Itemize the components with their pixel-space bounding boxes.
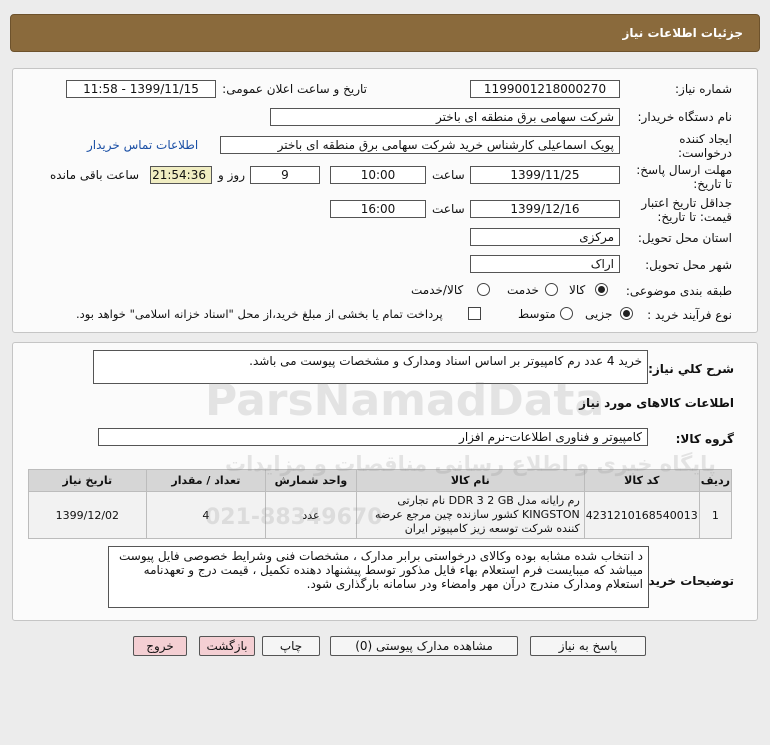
col-qty-header: تعداد / مقدار <box>145 469 267 492</box>
category-goods-label: کالا <box>569 283 586 297</box>
col-name-header: نام کالا <box>355 469 585 492</box>
goods-group-field: کامپیوتر و فناوری اطلاعات-نرم افزار <box>98 428 648 446</box>
process-medium-label: متوسط <box>518 307 556 321</box>
treasury-payment-note: پرداخت تمام یا بخشی از مبلغ خرید،از محل … <box>76 307 443 321</box>
category-both-label: کالا/خدمت <box>411 283 464 297</box>
province-label: استان محل تحویل: <box>637 231 732 245</box>
reply-button[interactable]: پاسخ به نیاز <box>530 636 646 656</box>
city-field: اراک <box>470 255 620 273</box>
remaining-time-field: 21:54:36 <box>150 166 212 184</box>
province-field: مرکزی <box>470 228 620 246</box>
page-title: جزئیات اطلاعات نیاز <box>622 26 743 40</box>
announce-label: تاریخ و ساعت اعلان عمومی: <box>222 82 367 96</box>
table-row: 1 4231210168540013 رم رایانه مدل DDR 3 2… <box>28 491 733 539</box>
category-service-radio[interactable] <box>545 283 558 296</box>
days-label: روز و <box>218 168 245 182</box>
goods-group-label: گروه کالا: <box>675 432 734 446</box>
validity-label: جداقل تاریخ اعتبار قیمت: تا تاریخ: <box>641 196 732 224</box>
remaining-label: ساعت باقی مانده <box>50 168 140 182</box>
deadline-time-label: ساعت <box>432 168 465 182</box>
process-minor-radio[interactable] <box>620 307 633 320</box>
validity-time-field: 16:00 <box>330 200 426 218</box>
need-number-label: شماره نیاز: <box>675 82 732 96</box>
back-button[interactable]: بازگشت <box>199 636 255 656</box>
goods-section-title: اطلاعات کالاهای مورد نیاز <box>579 396 734 410</box>
deadline-date-field: 1399/11/25 <box>470 166 620 184</box>
row-index: 1 <box>698 491 733 539</box>
deadline-label: مهلت ارسال پاسخ: تا تاریخ: <box>636 163 732 191</box>
row-date: 1399/12/02 <box>28 491 147 539</box>
row-unit: عدد <box>265 491 357 539</box>
validity-time-label: ساعت <box>432 202 465 216</box>
goods-table: ردیف کد کالا نام کالا واحد شمارش تعداد /… <box>28 469 733 539</box>
deadline-time-field: 10:00 <box>330 166 426 184</box>
requester-label: ایجاد کننده درخواست: <box>678 132 732 160</box>
summary-field: خرید 4 عدد رم کامپیوتر بر اساس اسناد ومد… <box>93 350 648 384</box>
validity-date-field: 1399/12/16 <box>470 200 620 218</box>
col-code-header: کد کالا <box>583 469 700 492</box>
need-number-field: 1199001218000270 <box>470 80 620 98</box>
row-qty: 4 <box>145 491 267 539</box>
process-label: نوع فرآیند خرید : <box>647 308 732 322</box>
page-header: جزئیات اطلاعات نیاز <box>10 14 760 52</box>
buyer-org-field: شرکت سهامی برق منطقه ای باختر <box>270 108 620 126</box>
contact-info-link[interactable]: اطلاعات تماس خریدار <box>87 138 198 152</box>
process-medium-radio[interactable] <box>560 307 573 320</box>
view-attachments-button[interactable]: مشاهده مدارک پیوستی (0) <box>330 636 518 656</box>
col-index-header: ردیف <box>698 469 733 492</box>
process-minor-label: جزیی <box>585 307 613 321</box>
treasury-payment-checkbox[interactable] <box>468 307 481 320</box>
category-service-label: خدمت <box>507 283 539 297</box>
announce-field: 1399/11/15 - 11:58 <box>66 80 216 98</box>
print-button[interactable]: چاپ <box>262 636 320 656</box>
category-both-radio[interactable] <box>477 283 490 296</box>
category-label: طبقه بندی موضوعی: <box>625 284 732 298</box>
col-unit-header: واحد شمارش <box>265 469 357 492</box>
row-code: 4231210168540013 <box>583 491 700 539</box>
city-label: شهر محل تحویل: <box>645 258 732 272</box>
days-field: 9 <box>250 166 320 184</box>
requester-field: پویک اسماعیلی کارشناس خرید شرکت سهامی بر… <box>220 136 620 154</box>
summary-label: شرح کلي نياز: <box>648 362 734 376</box>
row-name: رم رایانه مدل DDR 3 2 GB نام تجارتی KING… <box>355 491 585 539</box>
buyer-notes-field: د انتخاب شده مشابه بوده وکالای درخواستی … <box>108 546 649 608</box>
buyer-org-label: نام دستگاه خریدار: <box>637 110 733 124</box>
category-goods-radio[interactable] <box>595 283 608 296</box>
col-date-header: تاریخ نیاز <box>28 469 147 492</box>
exit-button[interactable]: خروج <box>133 636 187 656</box>
table-header-row: ردیف کد کالا نام کالا واحد شمارش تعداد /… <box>28 469 733 492</box>
